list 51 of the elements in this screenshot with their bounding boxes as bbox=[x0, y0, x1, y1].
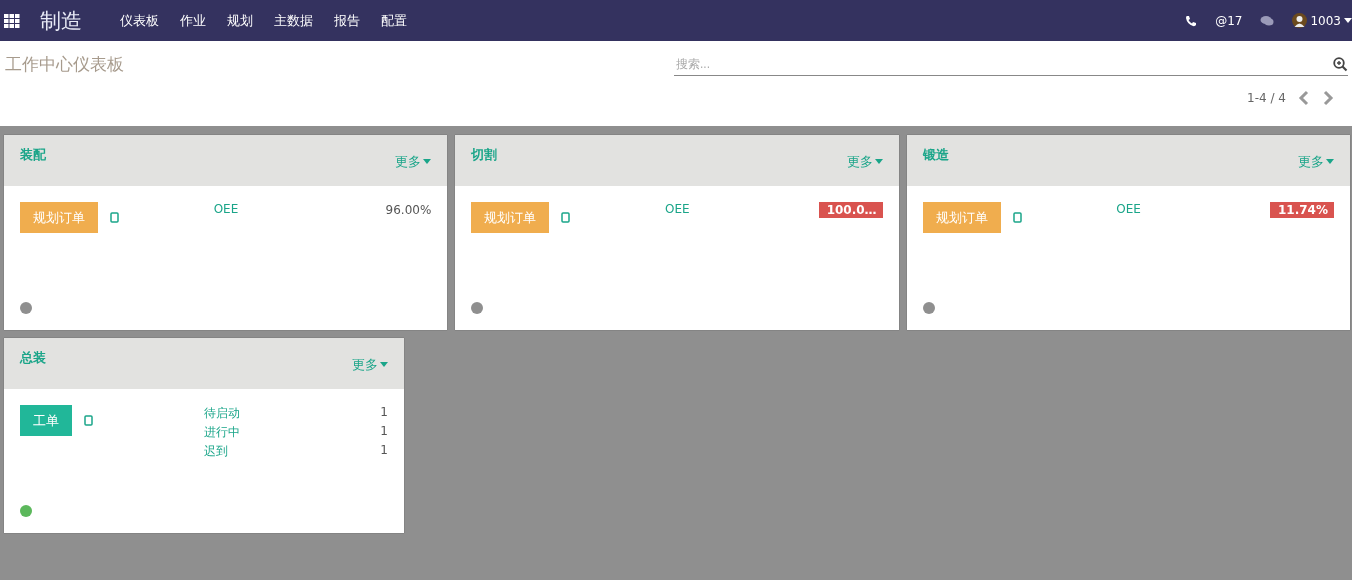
pager-value: 1-4 / 4 bbox=[1247, 91, 1286, 105]
menu-item[interactable]: 作业 bbox=[180, 11, 206, 30]
caret-icon bbox=[1344, 18, 1352, 23]
tablet-icon[interactable] bbox=[110, 212, 119, 223]
tablet-icon[interactable] bbox=[84, 415, 93, 426]
status-link[interactable]: 待启动 bbox=[204, 405, 381, 422]
plan-orders-button[interactable]: 规划订单 bbox=[20, 202, 98, 233]
caret-icon bbox=[1326, 159, 1334, 164]
more-dropdown[interactable]: 更多 bbox=[1298, 153, 1334, 169]
page-title: 工作中心仪表板 bbox=[5, 53, 124, 76]
plan-orders-button[interactable]: 规划订单 bbox=[922, 202, 1001, 233]
oee-label: OEE bbox=[1116, 202, 1141, 216]
card-title: 装配 bbox=[20, 146, 46, 164]
menu-item[interactable]: 报告 bbox=[334, 11, 360, 30]
card-title: 锻造 bbox=[922, 146, 949, 164]
menu-item[interactable]: 规划 bbox=[227, 11, 253, 30]
previous-button[interactable] bbox=[1298, 90, 1310, 106]
oee-value: 11.74% bbox=[1270, 202, 1334, 218]
caret-icon bbox=[423, 159, 432, 164]
more-dropdown[interactable]: 更多 bbox=[846, 153, 883, 169]
phone-icon[interactable] bbox=[1185, 14, 1198, 27]
chat-icon[interactable] bbox=[1260, 14, 1275, 27]
status-link[interactable]: 进行中 bbox=[204, 424, 381, 441]
plan-orders-button[interactable]: 规划订单 bbox=[471, 202, 550, 233]
card-title: 总装 bbox=[20, 349, 46, 367]
status-count: 1 bbox=[380, 443, 388, 459]
caret-icon bbox=[874, 159, 883, 164]
tablet-icon[interactable] bbox=[561, 212, 571, 223]
status-link[interactable]: 迟到 bbox=[204, 443, 381, 460]
oee-value: 100.0… bbox=[818, 202, 883, 218]
oee-label: OEE bbox=[665, 202, 690, 216]
menu-item[interactable]: 配置 bbox=[381, 11, 407, 30]
next-button[interactable] bbox=[1322, 90, 1334, 106]
apps-grid-icon[interactable] bbox=[4, 13, 20, 28]
more-dropdown[interactable]: 更多 bbox=[352, 356, 388, 372]
search-icon[interactable] bbox=[1333, 56, 1348, 72]
user-menu[interactable]: 1003 bbox=[1292, 13, 1352, 28]
menu-item[interactable]: 仪表板 bbox=[120, 11, 159, 30]
oee-value: 96.00% bbox=[384, 202, 432, 218]
mentions-counter[interactable]: @17 bbox=[1215, 13, 1243, 28]
oee-label: OEE bbox=[213, 202, 239, 216]
tablet-icon[interactable] bbox=[1012, 212, 1022, 223]
avatar-icon bbox=[1292, 13, 1308, 28]
status-count: 1 bbox=[380, 424, 388, 440]
work-orders-button[interactable]: 工单 bbox=[20, 405, 72, 436]
app-title: 制造 bbox=[40, 7, 82, 35]
more-dropdown[interactable]: 更多 bbox=[395, 153, 432, 169]
card-title: 切割 bbox=[471, 146, 498, 164]
caret-icon bbox=[380, 362, 388, 367]
menu-item[interactable]: 主数据 bbox=[274, 11, 313, 30]
status-count: 1 bbox=[380, 405, 388, 421]
